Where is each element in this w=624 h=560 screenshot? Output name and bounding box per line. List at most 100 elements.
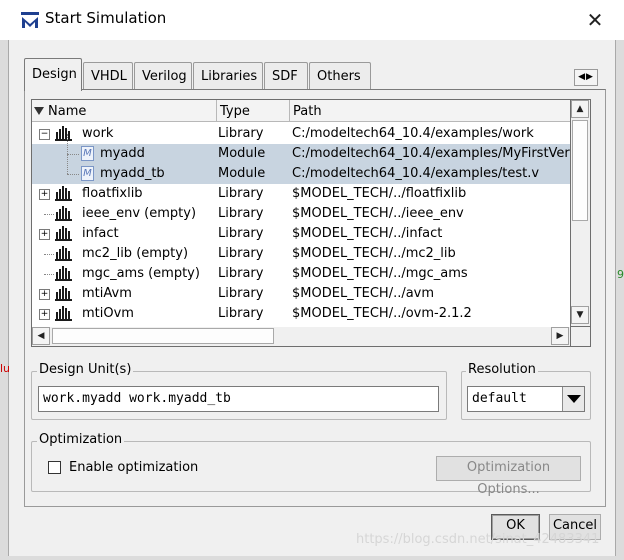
row-name: mtiOvm	[82, 306, 134, 321]
row-path: $MODEL_TECH/../avm	[292, 286, 435, 301]
tab-label: Design	[32, 67, 77, 82]
column-header-name[interactable]: Name	[32, 100, 217, 122]
window-title: Start Simulation	[45, 9, 167, 27]
column-label: Type	[220, 104, 250, 119]
tree-connector	[67, 174, 79, 175]
tree-connector	[44, 274, 54, 275]
module-icon: M	[81, 146, 94, 161]
row-path: C:/modeltech64_10.4/examples/test.v	[292, 166, 540, 181]
library-icon	[55, 286, 72, 301]
tree-row-mtiAvm[interactable]: + mtiAvm Library $MODEL_TECH/../avm	[32, 284, 570, 304]
row-type: Library	[218, 306, 264, 321]
list-horizontal-scrollbar[interactable]: ◀ ▶	[31, 327, 571, 347]
row-name: myadd	[100, 146, 145, 161]
chevron-left-icon[interactable]: ◀	[578, 72, 586, 82]
column-header-path[interactable]: Path	[290, 100, 570, 122]
row-name: myadd_tb	[100, 166, 165, 181]
row-path: $MODEL_TECH/../ieee_env	[292, 206, 464, 221]
arrow-right-icon: ▶	[556, 331, 564, 341]
design-units-input[interactable]: work.myadd work.myadd_tb	[38, 386, 439, 412]
tree-row-ieee-env[interactable]: ieee_env (empty) Library $MODEL_TECH/../ie…	[32, 204, 570, 224]
enable-optimization-checkbox[interactable]	[48, 461, 61, 474]
expand-icon[interactable]: +	[39, 229, 50, 240]
tree-row-mc2-lib[interactable]: mc2_lib (empty) Library $MODEL_TECH/../mc2…	[32, 244, 570, 264]
row-path: $MODEL_TECH/../mgc_ams	[292, 266, 468, 281]
background-text-left: lu	[0, 362, 11, 375]
optimization-label: Optimization	[37, 432, 125, 447]
list-header: Name Type Path	[32, 100, 570, 122]
row-name: ieee_env (empty)	[82, 206, 197, 221]
row-name: floatfixlib	[82, 186, 143, 201]
tab-others[interactable]: Others	[309, 62, 371, 90]
tree-connector	[67, 154, 68, 174]
row-path: C:/modeltech64_10.4/examples/work	[292, 126, 534, 141]
tree-connector	[44, 254, 54, 255]
scroll-right-button[interactable]: ▶	[551, 327, 569, 345]
tab-sdf[interactable]: SDF	[264, 62, 308, 90]
row-name: infact	[82, 226, 119, 241]
tree-row-mtiOvm[interactable]: + mtiOvm Library $MODEL_TECH/../ovm-2.1.2	[32, 304, 570, 324]
tab-design[interactable]: Design	[24, 58, 82, 91]
list-vertical-scrollbar[interactable]: ▲ ▼	[571, 99, 591, 327]
scroll-down-button[interactable]: ▼	[571, 306, 589, 324]
row-path: $MODEL_TECH/../ovm-2.1.2	[292, 306, 472, 321]
arrow-left-icon: ◀	[37, 331, 45, 341]
library-tree[interactable]: Name Type Path − work Library C:/modeltech6…	[31, 99, 571, 347]
expand-icon[interactable]: +	[39, 289, 50, 300]
design-units-label: Design Unit(s)	[37, 362, 134, 377]
tree-row-floatfixlib[interactable]: + floatfixlib Library $MODEL_TECH/../floatf…	[32, 184, 570, 204]
tab-scroll-buttons[interactable]: ◀▶	[574, 69, 598, 86]
row-type: Library	[218, 206, 264, 221]
column-label: Name	[48, 104, 87, 119]
expand-icon[interactable]: +	[39, 309, 50, 320]
optimization-options-button[interactable]: Optimization Options...	[436, 456, 581, 497]
tree-connector	[44, 214, 54, 215]
tree-row-infact[interactable]: + infact Library $MODEL_TECH/../infact	[32, 224, 570, 244]
tree-row-myadd[interactable]: Mmyadd Module C:/modeltech64_10.4/examples…	[32, 134, 571, 164]
tree-row-myadd-tb[interactable]: Mmyadd_tb Module C:/modeltech64_10.4/examp…	[32, 154, 570, 184]
row-type: Library	[218, 246, 264, 261]
row-path: C:/modeltech64_10.4/examples/MyFirstVeri…	[292, 146, 571, 161]
vertical-scroll-thumb[interactable]	[572, 120, 588, 221]
sort-arrow-icon	[34, 107, 44, 115]
title-bar: Start Simulation ✕	[0, 0, 624, 40]
row-type: Library	[218, 226, 264, 241]
column-label: Path	[293, 104, 322, 119]
row-name: mgc_ams (empty)	[82, 266, 200, 281]
tree-row-mgc-ams[interactable]: mgc_ams (empty) Library $MODEL_TECH/../mgc…	[32, 264, 570, 284]
row-type: Module	[218, 166, 266, 181]
horizontal-scroll-thumb[interactable]	[52, 328, 274, 344]
scroll-left-button[interactable]: ◀	[32, 327, 50, 345]
tab-label: Libraries	[201, 69, 258, 84]
expand-icon[interactable]: +	[39, 189, 50, 200]
tree-row-work[interactable]: − work Library C:/modeltech64_10.4/examples…	[32, 124, 570, 144]
scroll-up-button[interactable]: ▲	[571, 100, 589, 118]
tree-connector	[67, 154, 79, 155]
tab-libraries[interactable]: Libraries	[193, 62, 263, 90]
background-window-right	[615, 40, 624, 560]
tab-verilog[interactable]: Verilog	[134, 62, 192, 90]
modelsim-logo-icon	[21, 12, 39, 28]
watermark-text: https://blog.csdn.net/sinat_42483341	[356, 532, 600, 547]
tab-label: Others	[317, 69, 361, 84]
resolution-dropdown-button[interactable]	[562, 387, 584, 411]
chevron-down-icon	[567, 395, 581, 403]
library-icon	[55, 266, 72, 281]
resolution-select[interactable]: default	[467, 386, 585, 412]
tree-connector	[67, 134, 68, 154]
close-button[interactable]: ✕	[582, 8, 608, 32]
collapse-icon[interactable]: −	[39, 129, 50, 140]
arrow-up-icon: ▲	[576, 104, 584, 114]
row-name: work	[82, 126, 114, 141]
resolution-label: Resolution	[466, 362, 538, 377]
column-header-type[interactable]: Type	[217, 100, 290, 122]
resolution-value: default	[472, 391, 527, 406]
tab-strip: Design VHDL Verilog Libraries SDF Others	[24, 58, 600, 91]
row-type: Library	[218, 266, 264, 281]
row-type: Module	[218, 146, 266, 161]
enable-optimization-label[interactable]: Enable optimization	[69, 460, 198, 475]
tab-vhdl[interactable]: VHDL	[83, 62, 133, 90]
library-icon	[55, 306, 72, 321]
chevron-right-icon[interactable]: ▶	[586, 72, 594, 82]
window-bottom-edge	[0, 556, 624, 560]
